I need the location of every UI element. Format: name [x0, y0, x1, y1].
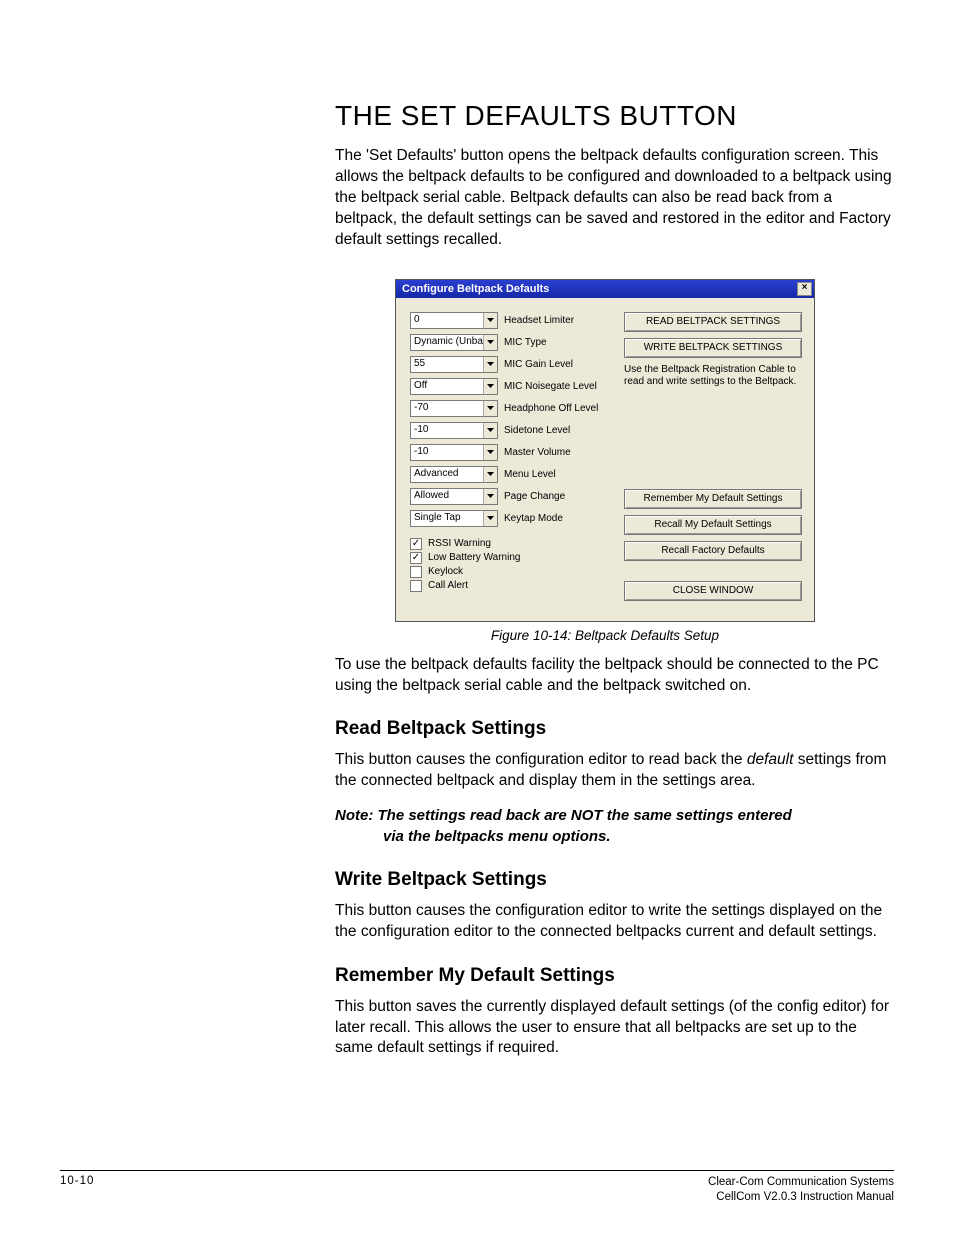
field-row: Single Tap Keytap Mode — [410, 510, 604, 527]
combo-value: Off — [411, 379, 483, 394]
checkbox-row: ✓ RSSI Warning — [410, 538, 604, 550]
chevron-down-icon[interactable] — [483, 511, 497, 526]
checkbox-3[interactable] — [410, 580, 422, 592]
combo-value: -10 — [411, 445, 483, 460]
footer-line-2: CellCom V2.0.3 Instruction Manual — [708, 1190, 894, 1205]
section-remember-paragraph: This button saves the currently displaye… — [335, 997, 894, 1060]
chevron-down-icon[interactable] — [483, 401, 497, 416]
note-text: Note: The settings read back are NOT the… — [335, 806, 894, 847]
field-label: MIC Type — [504, 337, 547, 348]
combo-7[interactable]: Advanced — [410, 466, 498, 483]
field-label: Master Volume — [504, 447, 571, 458]
chevron-down-icon[interactable] — [483, 335, 497, 350]
combo-1[interactable]: Dynamic (Unbalan — [410, 334, 498, 351]
section-write-paragraph: This button causes the configuration edi… — [335, 901, 894, 943]
field-label: Keytap Mode — [504, 513, 563, 524]
field-label: Menu Level — [504, 469, 556, 480]
section-read-paragraph: This button causes the configuration edi… — [335, 750, 894, 792]
chevron-down-icon[interactable] — [483, 423, 497, 438]
field-row: Advanced Menu Level — [410, 466, 604, 483]
combo-value: 55 — [411, 357, 483, 372]
checkbox-label: Call Alert — [428, 580, 468, 591]
field-row: Off MIC Noisegate Level — [410, 378, 604, 395]
combo-4[interactable]: -70 — [410, 400, 498, 417]
remember-my-default-settings-button[interactable]: Remember My Default Settings — [624, 489, 802, 509]
field-row: 55 MIC Gain Level — [410, 356, 604, 373]
combo-value: 0 — [411, 313, 483, 328]
combo-value: Dynamic (Unbalan — [411, 335, 483, 350]
combo-value: -70 — [411, 401, 483, 416]
field-row: Dynamic (Unbalan MIC Type — [410, 334, 604, 351]
dialog-configure-beltpack-defaults: Configure Beltpack Defaults × 0 Headset L… — [395, 279, 815, 622]
checkbox-2[interactable] — [410, 566, 422, 578]
combo-6[interactable]: -10 — [410, 444, 498, 461]
field-label: Headphone Off Level — [504, 403, 598, 414]
section-heading-remember: Remember My Default Settings — [335, 965, 894, 987]
chevron-down-icon[interactable] — [483, 357, 497, 372]
field-row: 0 Headset Limiter — [410, 312, 604, 329]
combo-8[interactable]: Allowed — [410, 488, 498, 505]
close-icon[interactable]: × — [797, 282, 812, 296]
page-title: THE SET DEFAULTS BUTTON — [335, 100, 894, 132]
figure-caption: Figure 10-14: Beltpack Defaults Setup — [395, 628, 815, 643]
footer-line-1: Clear-Com Communication Systems — [708, 1175, 894, 1190]
read-beltpack-settings-button[interactable]: READ BELTPACK SETTINGS — [624, 312, 802, 332]
dialog-title: Configure Beltpack Defaults — [402, 283, 549, 295]
field-row: -70 Headphone Off Level — [410, 400, 604, 417]
checkbox-row: Keylock — [410, 566, 604, 578]
combo-2[interactable]: 55 — [410, 356, 498, 373]
chevron-down-icon[interactable] — [483, 445, 497, 460]
chevron-down-icon[interactable] — [483, 489, 497, 504]
field-label: Page Change — [504, 491, 565, 502]
field-label: Headset Limiter — [504, 315, 574, 326]
field-row: -10 Master Volume — [410, 444, 604, 461]
field-label: MIC Gain Level — [504, 359, 573, 370]
combo-3[interactable]: Off — [410, 378, 498, 395]
checkbox-1[interactable]: ✓ — [410, 552, 422, 564]
section-heading-read: Read Beltpack Settings — [335, 718, 894, 740]
intro-paragraph: The 'Set Defaults' button opens the belt… — [335, 146, 894, 251]
page-footer: 10-10 Clear-Com Communication Systems Ce… — [60, 1170, 894, 1205]
recall-my-default-settings-button[interactable]: Recall My Default Settings — [624, 515, 802, 535]
field-label: MIC Noisegate Level — [504, 381, 597, 392]
checkbox-label: Low Battery Warning — [428, 552, 520, 563]
after-figure-paragraph: To use the beltpack defaults facility th… — [335, 655, 894, 697]
write-beltpack-settings-button[interactable]: WRITE BELTPACK SETTINGS — [624, 338, 802, 358]
close-window-button[interactable]: CLOSE WINDOW — [624, 581, 802, 601]
checkbox-row: ✓ Low Battery Warning — [410, 552, 604, 564]
field-label: Sidetone Level — [504, 425, 570, 436]
checkbox-label: RSSI Warning — [428, 538, 491, 549]
combo-9[interactable]: Single Tap — [410, 510, 498, 527]
combo-value: Advanced — [411, 467, 483, 482]
field-row: Allowed Page Change — [410, 488, 604, 505]
hint-text: Use the Beltpack Registration Cable to r… — [624, 364, 802, 389]
combo-value: Allowed — [411, 489, 483, 504]
page-number: 10-10 — [60, 1175, 94, 1205]
field-row: -10 Sidetone Level — [410, 422, 604, 439]
chevron-down-icon[interactable] — [483, 467, 497, 482]
chevron-down-icon[interactable] — [483, 313, 497, 328]
checkbox-0[interactable]: ✓ — [410, 538, 422, 550]
combo-5[interactable]: -10 — [410, 422, 498, 439]
checkbox-label: Keylock — [428, 566, 463, 577]
chevron-down-icon[interactable] — [483, 379, 497, 394]
combo-0[interactable]: 0 — [410, 312, 498, 329]
combo-value: -10 — [411, 423, 483, 438]
section-heading-write: Write Beltpack Settings — [335, 869, 894, 891]
combo-value: Single Tap — [411, 511, 483, 526]
recall-factory-defaults-button[interactable]: Recall Factory Defaults — [624, 541, 802, 561]
dialog-titlebar: Configure Beltpack Defaults × — [396, 280, 814, 298]
checkbox-row: Call Alert — [410, 580, 604, 592]
